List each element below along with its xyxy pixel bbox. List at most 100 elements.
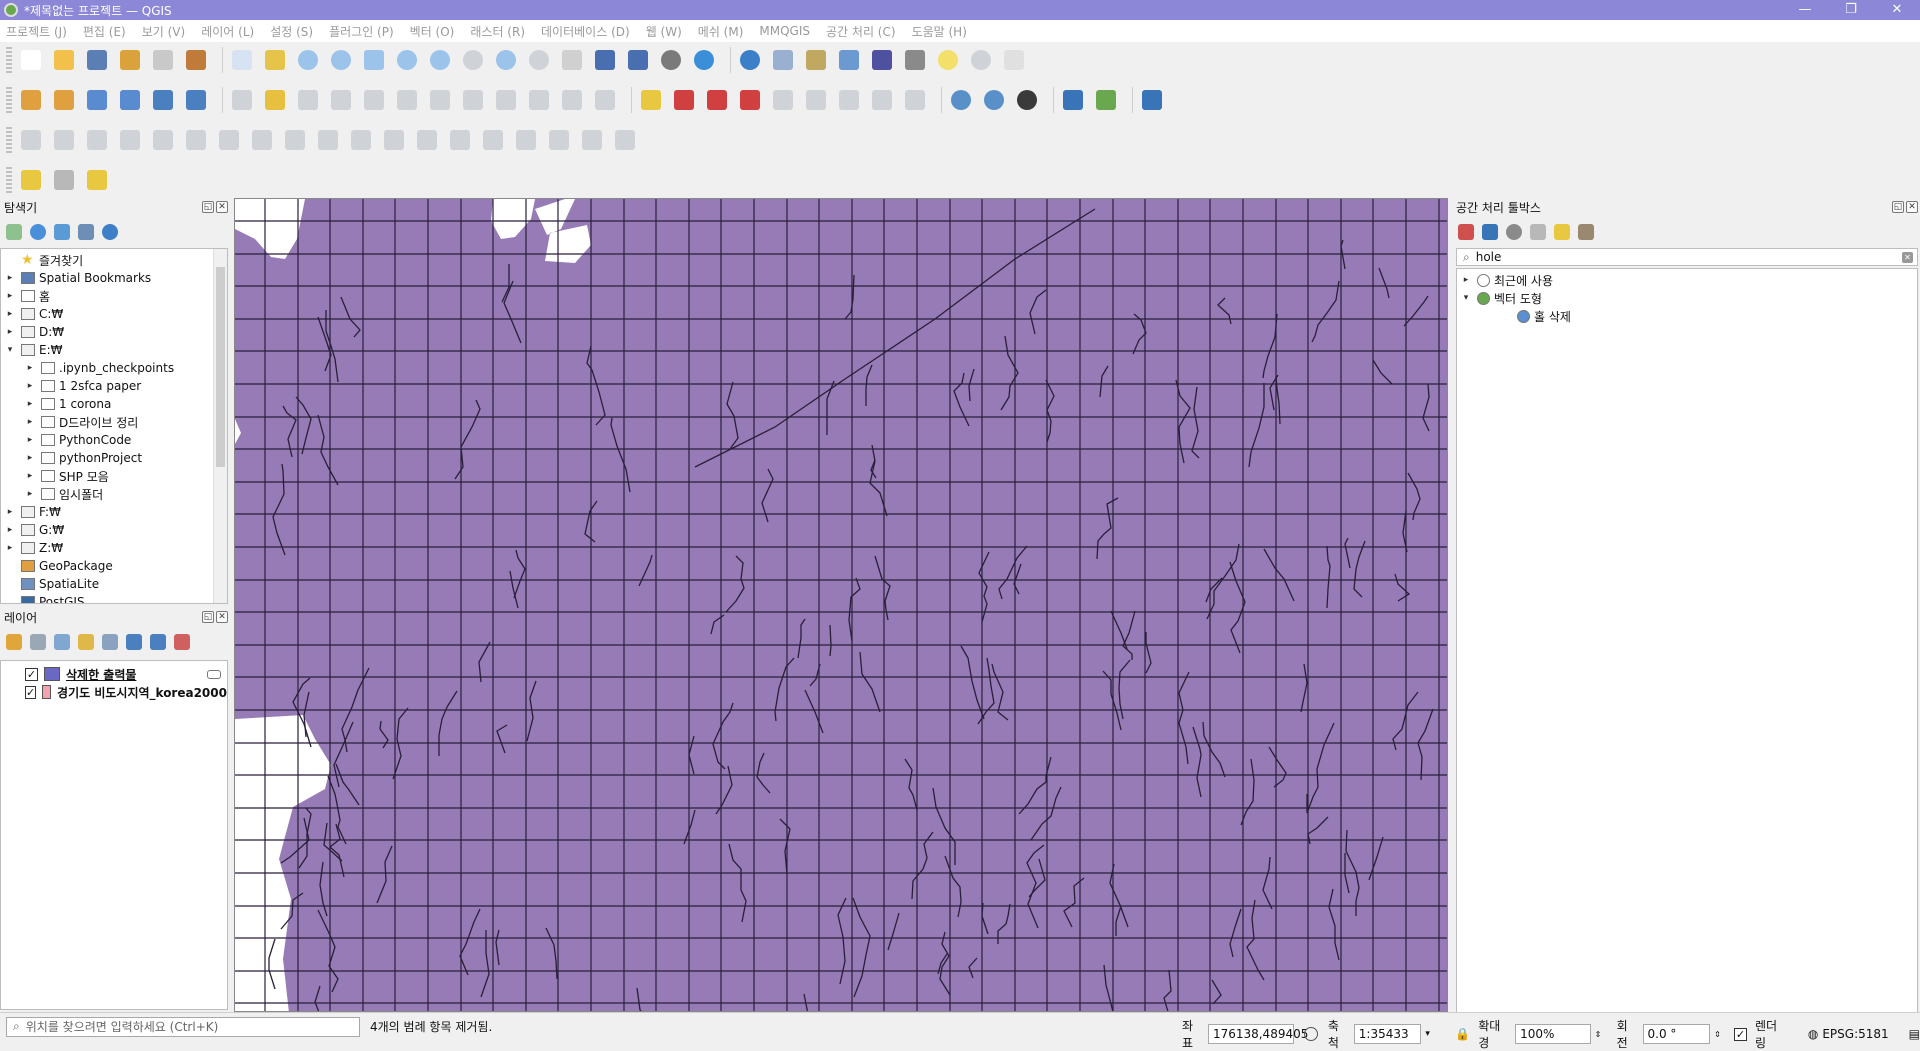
expand-arrow-icon[interactable]: ▸ [5, 291, 15, 301]
zoom-to-layer-button[interactable] [427, 47, 453, 73]
reverse-line-button[interactable] [579, 127, 605, 153]
merge-features-button[interactable] [348, 127, 374, 153]
merge-attributes-button[interactable] [381, 127, 407, 153]
messages-icon[interactable]: ▤ [1909, 1027, 1920, 1041]
menu-item-9[interactable]: 웹 (W) [646, 23, 682, 40]
delete-ring-button[interactable] [150, 127, 176, 153]
metasearch-button[interactable] [948, 87, 974, 113]
browser-scrollbar[interactable] [213, 249, 227, 603]
collapse-all-icon[interactable] [78, 224, 94, 240]
toolbar-grip[interactable] [6, 167, 12, 193]
menu-item-11[interactable]: MMQGIS [759, 24, 810, 38]
toolbar-grip[interactable] [6, 87, 12, 113]
new-bookmark-button[interactable] [592, 47, 618, 73]
filter-legend-icon[interactable] [78, 634, 94, 650]
current-edits-button[interactable] [262, 87, 288, 113]
menu-item-8[interactable]: 데이터베이스 (D) [541, 23, 630, 40]
close-button[interactable]: ✕ [1874, 0, 1920, 20]
expand-arrow-icon[interactable]: ▸ [25, 399, 35, 409]
add-feature-button[interactable] [328, 87, 354, 113]
close-panel-button[interactable]: ✕ [216, 611, 228, 623]
move-label-button[interactable] [770, 87, 796, 113]
browser-item[interactable]: ▸ SHP 모음 [1, 467, 109, 485]
digitize-line-button[interactable] [18, 127, 44, 153]
redo-dropdown-button[interactable] [612, 127, 638, 153]
browser-item[interactable]: PostGIS [1, 593, 85, 603]
magnifier-spin-icon[interactable]: ⇕ [1595, 1030, 1605, 1039]
browser-item[interactable]: ▸ C:₩ [1, 305, 64, 323]
save-project-button[interactable] [84, 47, 110, 73]
rotate-point-button[interactable] [414, 127, 440, 153]
plugin-button[interactable] [1093, 87, 1119, 113]
browser-item[interactable]: ▸ F:₩ [1, 503, 61, 521]
pin-label-button[interactable] [704, 87, 730, 113]
expression-filter-icon[interactable] [102, 634, 118, 650]
new-print-layout-button[interactable] [117, 47, 143, 73]
show-labels-button[interactable] [869, 87, 895, 113]
menu-item-3[interactable]: 레이어 (L) [201, 23, 254, 40]
help-button[interactable] [1139, 87, 1165, 113]
measure-button[interactable] [902, 47, 928, 73]
expand-arrow-icon[interactable]: ▸ [5, 273, 15, 283]
redo-button[interactable] [592, 87, 618, 113]
new-temp-layer-button[interactable] [183, 87, 209, 113]
browser-item[interactable]: ▸ G:₩ [1, 521, 64, 539]
move-diagram-button[interactable] [902, 87, 928, 113]
browser-item[interactable]: SpatiaLite [1, 575, 99, 593]
diagram-button[interactable] [671, 87, 697, 113]
rotate-label-button[interactable] [803, 87, 829, 113]
collapse-all-icon[interactable] [150, 634, 166, 650]
fill-ring-button[interactable] [117, 127, 143, 153]
add-ring-button[interactable] [51, 127, 77, 153]
browser-item[interactable]: GeoPackage [1, 557, 113, 575]
close-panel-button[interactable]: ✕ [1906, 201, 1918, 213]
reshape-button[interactable] [216, 127, 242, 153]
menu-item-12[interactable]: 공간 처리 (C) [826, 23, 896, 40]
float-button[interactable]: ◱ [202, 611, 214, 623]
rotation-field[interactable]: 0.0 ° [1642, 1024, 1711, 1044]
layer-visibility-checkbox[interactable]: ✓ [25, 667, 38, 681]
show-bookmarks-button[interactable] [625, 47, 651, 73]
expand-arrow-icon[interactable]: ▸ [25, 363, 35, 373]
browser-item[interactable]: ▸ .ipynb_checkpoints [1, 359, 174, 377]
locator-search[interactable]: ⌕ 위치를 찾으려면 입력하세요 (Ctrl+K) [6, 1016, 360, 1037]
new-project-button[interactable] [18, 47, 44, 73]
online-resources-button[interactable] [1014, 87, 1040, 113]
menu-item-0[interactable]: 프로젝트 (J) [6, 23, 67, 40]
field-calc-button[interactable] [836, 47, 862, 73]
delete-part-button[interactable] [183, 127, 209, 153]
offset-curve-button[interactable] [249, 127, 275, 153]
menu-item-6[interactable]: 벡터 (O) [410, 23, 455, 40]
select-by-value-button[interactable] [51, 167, 77, 193]
data-source-manager-button[interactable] [18, 87, 44, 113]
scale-dropdown-icon[interactable]: ▾ [1425, 1029, 1439, 1039]
expand-arrow-icon[interactable]: ▸ [5, 543, 15, 553]
select-features-button[interactable] [18, 167, 44, 193]
expand-arrow-icon[interactable]: ▾ [1461, 293, 1471, 303]
processing-item[interactable]: ▸ 최근에 사용 [1457, 271, 1553, 289]
coordinate-toggle-icon[interactable] [1303, 1027, 1318, 1041]
layer-row[interactable]: ✓ 경기도 비도시지역_korea2000 [1, 683, 227, 701]
style-manager-button[interactable] [183, 47, 209, 73]
identify-button[interactable] [737, 47, 763, 73]
python-console-button[interactable] [1060, 87, 1086, 113]
undo-button[interactable] [559, 87, 585, 113]
epsg-button[interactable]: EPSG:5181 [1822, 1027, 1888, 1041]
browser-item[interactable]: ▾ E:₩ [1, 341, 63, 359]
temporal-controller-button[interactable] [658, 47, 684, 73]
new-virtual-layer-button[interactable] [150, 87, 176, 113]
delete-selected-button[interactable] [427, 87, 453, 113]
info-icon[interactable] [102, 224, 118, 240]
menu-item-10[interactable]: 메쉬 (M) [698, 23, 744, 40]
browser-item[interactable]: ▸ 홈 [1, 287, 50, 305]
minimize-button[interactable]: — [1782, 0, 1828, 20]
new-spatialite-button[interactable] [117, 87, 143, 113]
save-edits-button[interactable] [295, 87, 321, 113]
browser-item[interactable]: ▸ Spatial Bookmarks [1, 269, 151, 287]
simplify-button[interactable] [447, 127, 473, 153]
open-project-button[interactable] [51, 47, 77, 73]
menu-item-13[interactable]: 도움말 (H) [912, 23, 967, 40]
layer-symbol-swatch[interactable] [44, 667, 60, 681]
new-geopackage-button[interactable] [51, 87, 77, 113]
cut-button[interactable] [460, 87, 486, 113]
